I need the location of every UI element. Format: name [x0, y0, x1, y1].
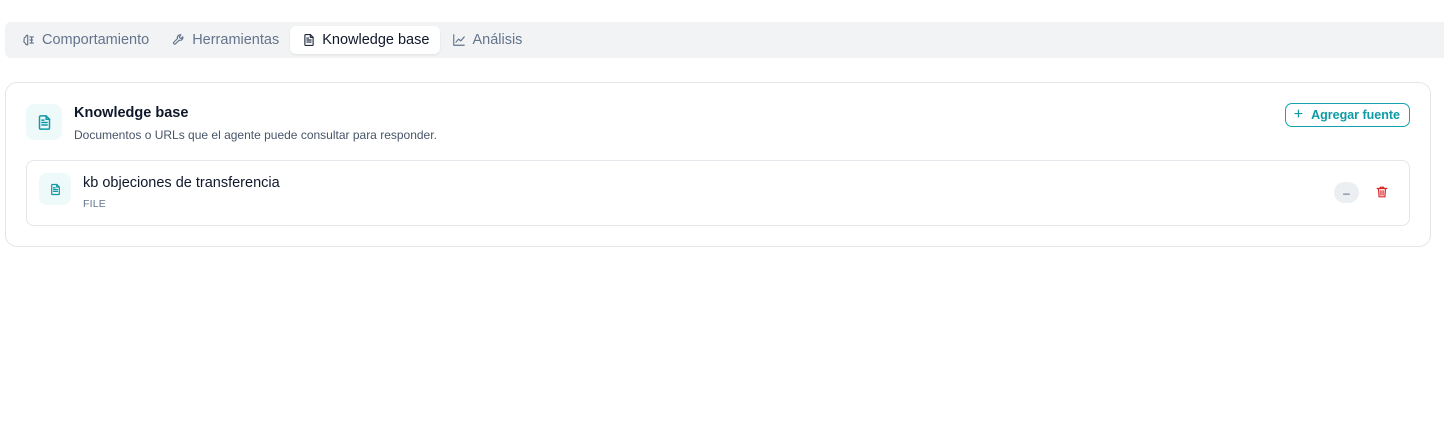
delete-source-button[interactable]: [1373, 183, 1391, 201]
tab-label: Comportamiento: [42, 32, 150, 48]
brain-icon: [21, 33, 36, 48]
tab-comportamiento[interactable]: Comportamiento: [10, 26, 160, 54]
tab-label: Herramientas: [192, 32, 280, 48]
document-icon: [301, 33, 316, 48]
source-type: FILE: [83, 198, 106, 210]
card-subtitle: Documentos o URLs que el agente puede co…: [74, 128, 437, 142]
knowledge-base-card: Knowledge base Documentos o URLs que el …: [5, 82, 1431, 247]
source-toggle-button[interactable]: –: [1334, 182, 1359, 203]
tab-label: Análisis: [472, 32, 523, 48]
document-icon: [26, 104, 62, 140]
line-chart-icon: [451, 33, 466, 48]
source-list-item: kb objeciones de transferencia FILE –: [26, 160, 1410, 226]
add-source-label: Agregar fuente: [1311, 108, 1400, 122]
card-title: Knowledge base: [74, 105, 189, 121]
document-icon: [39, 173, 71, 205]
source-name: kb objeciones de transferencia: [83, 175, 280, 191]
trash-icon: [1376, 186, 1388, 198]
tab-herramientas[interactable]: Herramientas: [160, 26, 290, 54]
tab-analisis[interactable]: Análisis: [440, 26, 533, 54]
tab-knowledge-base[interactable]: Knowledge base: [290, 26, 441, 54]
tab-bar: Comportamiento Herramientas Knowledge ba…: [5, 22, 1444, 58]
plus-icon: +: [1293, 106, 1304, 123]
add-source-button[interactable]: + Agregar fuente: [1284, 103, 1410, 127]
wrench-icon: [171, 33, 186, 48]
tab-label: Knowledge base: [322, 32, 430, 48]
